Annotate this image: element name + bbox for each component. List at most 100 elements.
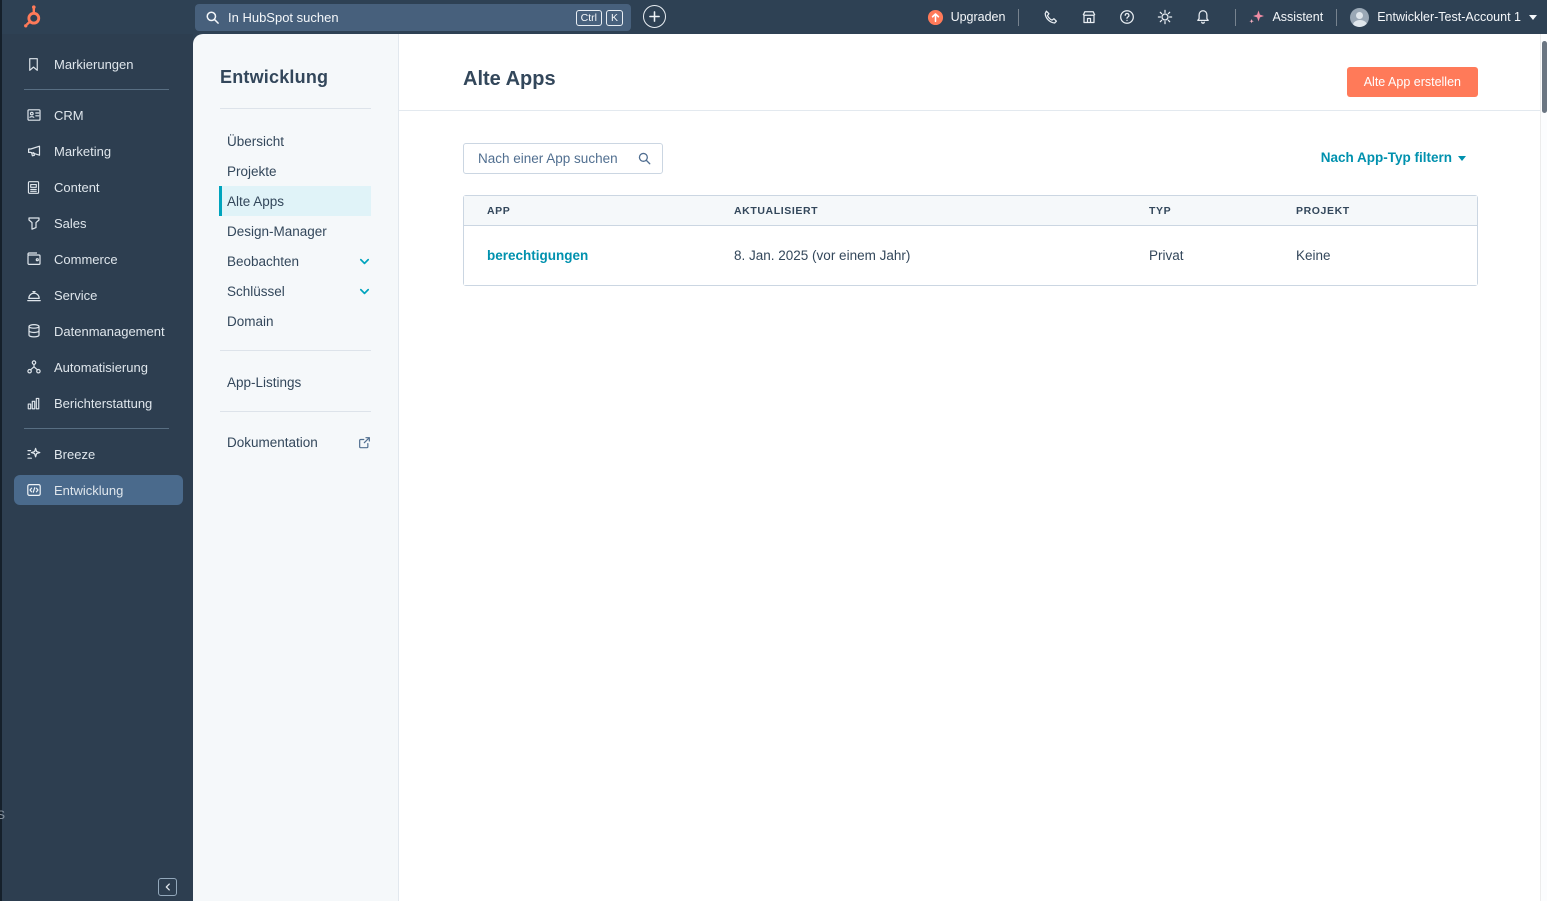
subnav-item-dokumentation[interactable]: Dokumentation — [219, 427, 371, 457]
breeze-sparkle-icon — [25, 446, 42, 463]
topbar-divider — [1235, 8, 1237, 26]
sidebar-item-label: Automatisierung — [54, 359, 148, 375]
create-app-button[interactable]: Alte App erstellen — [1346, 67, 1478, 97]
wallet-icon — [25, 251, 42, 268]
filter-by-app-type-dropdown[interactable]: Nach App-Typ filtern — [1321, 150, 1466, 165]
subnav-item-beobachten[interactable]: Beobachten — [219, 246, 371, 276]
apps-table: APP AKTUALISIERT TYP PROJEKT berechtigun… — [463, 195, 1478, 286]
upgrade-label: Upgraden — [950, 10, 1006, 24]
sidebar-item-sales[interactable]: Sales — [14, 208, 183, 238]
help-button[interactable] — [1108, 9, 1146, 25]
column-header-aktualisiert: AKTUALISIERT — [734, 204, 819, 217]
create-new-button[interactable] — [643, 5, 666, 28]
subnav-item-uebersicht[interactable]: Übersicht — [219, 126, 371, 156]
account-menu[interactable]: Entwickler-Test-Account 1 — [1350, 7, 1537, 27]
account-label: Entwickler-Test-Account 1 — [1377, 10, 1521, 24]
phone-icon — [1045, 10, 1058, 24]
notifications-button[interactable] — [1184, 9, 1222, 25]
kbd-k: K — [605, 9, 623, 26]
subnav-item-label: Projekte — [227, 163, 277, 179]
sidebar-divider — [24, 89, 169, 90]
hubspot-logo[interactable] — [20, 5, 44, 29]
sidebar-item-label: Sales — [54, 215, 87, 231]
marketplace-button[interactable] — [1070, 9, 1108, 25]
sidebar-item-label: Service — [54, 287, 98, 303]
contact-card-icon — [25, 107, 42, 124]
subnav-item-app-listings[interactable]: App-Listings — [219, 367, 371, 397]
settings-button[interactable] — [1146, 9, 1184, 25]
subnav-item-label: Beobachten — [227, 253, 300, 269]
sparkle-icon — [1249, 10, 1265, 24]
sidebar-item-breeze[interactable]: Breeze — [14, 439, 183, 469]
subnav-item-label: App-Listings — [227, 374, 302, 390]
workflow-icon — [25, 359, 42, 376]
topbar-divider — [1018, 8, 1020, 26]
development-subnav: Entwicklung Übersicht Projekte Alte Apps… — [193, 34, 399, 901]
sidebar-divider — [24, 428, 169, 429]
global-search-input[interactable]: In HubSpot suchen Ctrl K — [195, 4, 631, 31]
bar-chart-icon — [25, 395, 42, 412]
topbar-divider — [1336, 8, 1338, 26]
subnav-divider — [220, 411, 371, 412]
plus-icon — [649, 11, 660, 22]
subnav-item-alte-apps[interactable]: Alte Apps — [219, 186, 371, 216]
global-search-placeholder: In HubSpot suchen — [228, 10, 339, 25]
subnav-item-label: Domain — [227, 313, 274, 329]
app-updated-cell: 8. Jan. 2025 (vor einem Jahr) — [734, 248, 911, 263]
sidebar-item-label: Content — [54, 179, 100, 195]
external-link-icon — [358, 436, 371, 449]
vertical-scrollbar[interactable] — [1540, 34, 1547, 901]
app-project-cell: Keine — [1296, 248, 1331, 263]
chevron-left-icon — [165, 883, 170, 891]
sidebar-item-crm[interactable]: CRM — [14, 100, 183, 130]
filter-label: Nach App-Typ filtern — [1320, 150, 1452, 165]
sidebar-item-datenmanagement[interactable]: Datenmanagement — [14, 316, 183, 346]
code-icon — [25, 482, 42, 499]
calling-button[interactable] — [1032, 9, 1070, 25]
chevron-down-icon — [358, 285, 371, 298]
app-type-cell: Privat — [1149, 248, 1184, 263]
sidebar-item-label: Breeze — [54, 446, 96, 462]
chevron-down-icon — [358, 255, 371, 268]
document-icon — [25, 179, 42, 196]
sidebar-item-commerce[interactable]: Commerce — [14, 244, 183, 274]
upgrade-button[interactable]: Upgraden — [927, 9, 1006, 26]
help-icon — [1120, 10, 1135, 24]
subnav-item-schluessel[interactable]: Schlüssel — [219, 276, 371, 306]
sidebar-item-entwicklung[interactable]: Entwicklung — [14, 475, 183, 505]
search-icon — [637, 151, 652, 166]
scrollbar-thumb[interactable] — [1542, 41, 1547, 113]
subnav-divider — [220, 350, 371, 351]
sidebar-item-berichterstattung[interactable]: Berichterstattung — [14, 388, 183, 418]
subnav-item-label: Dokumentation — [227, 434, 318, 450]
header-divider — [399, 110, 1540, 111]
sidebar-item-label: Marketing — [54, 143, 112, 159]
sidebar-item-content[interactable]: Content — [14, 172, 183, 202]
kbd-ctrl: Ctrl — [575, 9, 602, 26]
subnav-item-label: Alte Apps — [227, 193, 285, 209]
subnav-item-projekte[interactable]: Projekte — [219, 156, 371, 186]
bookmark-icon — [25, 56, 42, 73]
sidebar-item-label: Datenmanagement — [54, 323, 165, 339]
sidebar-item-automatisierung[interactable]: Automatisierung — [14, 352, 183, 382]
sidebar-item-service[interactable]: Service — [14, 280, 183, 310]
subnav-item-domain[interactable]: Domain — [219, 306, 371, 336]
sidebar-item-markierungen[interactable]: Markierungen — [14, 49, 183, 79]
subnav-item-design-manager[interactable]: Design-Manager — [219, 216, 371, 246]
caret-down-icon — [1458, 156, 1466, 161]
search-icon — [205, 10, 220, 25]
edge-artifact: S — [0, 808, 6, 822]
page-title: Alte Apps — [463, 68, 556, 90]
app-name-link[interactable]: berechtigungen — [487, 248, 588, 263]
table-header-row: APP AKTUALISIERT TYP PROJEKT — [464, 196, 1477, 226]
bell-icon — [1197, 10, 1210, 24]
caret-down-icon — [1529, 14, 1537, 20]
primary-sidebar: Markierungen CRM Marketing Content Sales… — [0, 34, 193, 901]
sidebar-item-marketing[interactable]: Marketing — [14, 136, 183, 166]
collapse-sidebar-button[interactable] — [158, 878, 177, 896]
app-search-placeholder: Nach einer App suchen — [478, 151, 618, 166]
subnav-divider — [220, 108, 371, 109]
sidebar-item-label: Entwicklung — [54, 482, 124, 498]
assistant-button[interactable]: Assistent — [1249, 9, 1323, 25]
app-search-input[interactable]: Nach einer App suchen — [463, 143, 663, 174]
